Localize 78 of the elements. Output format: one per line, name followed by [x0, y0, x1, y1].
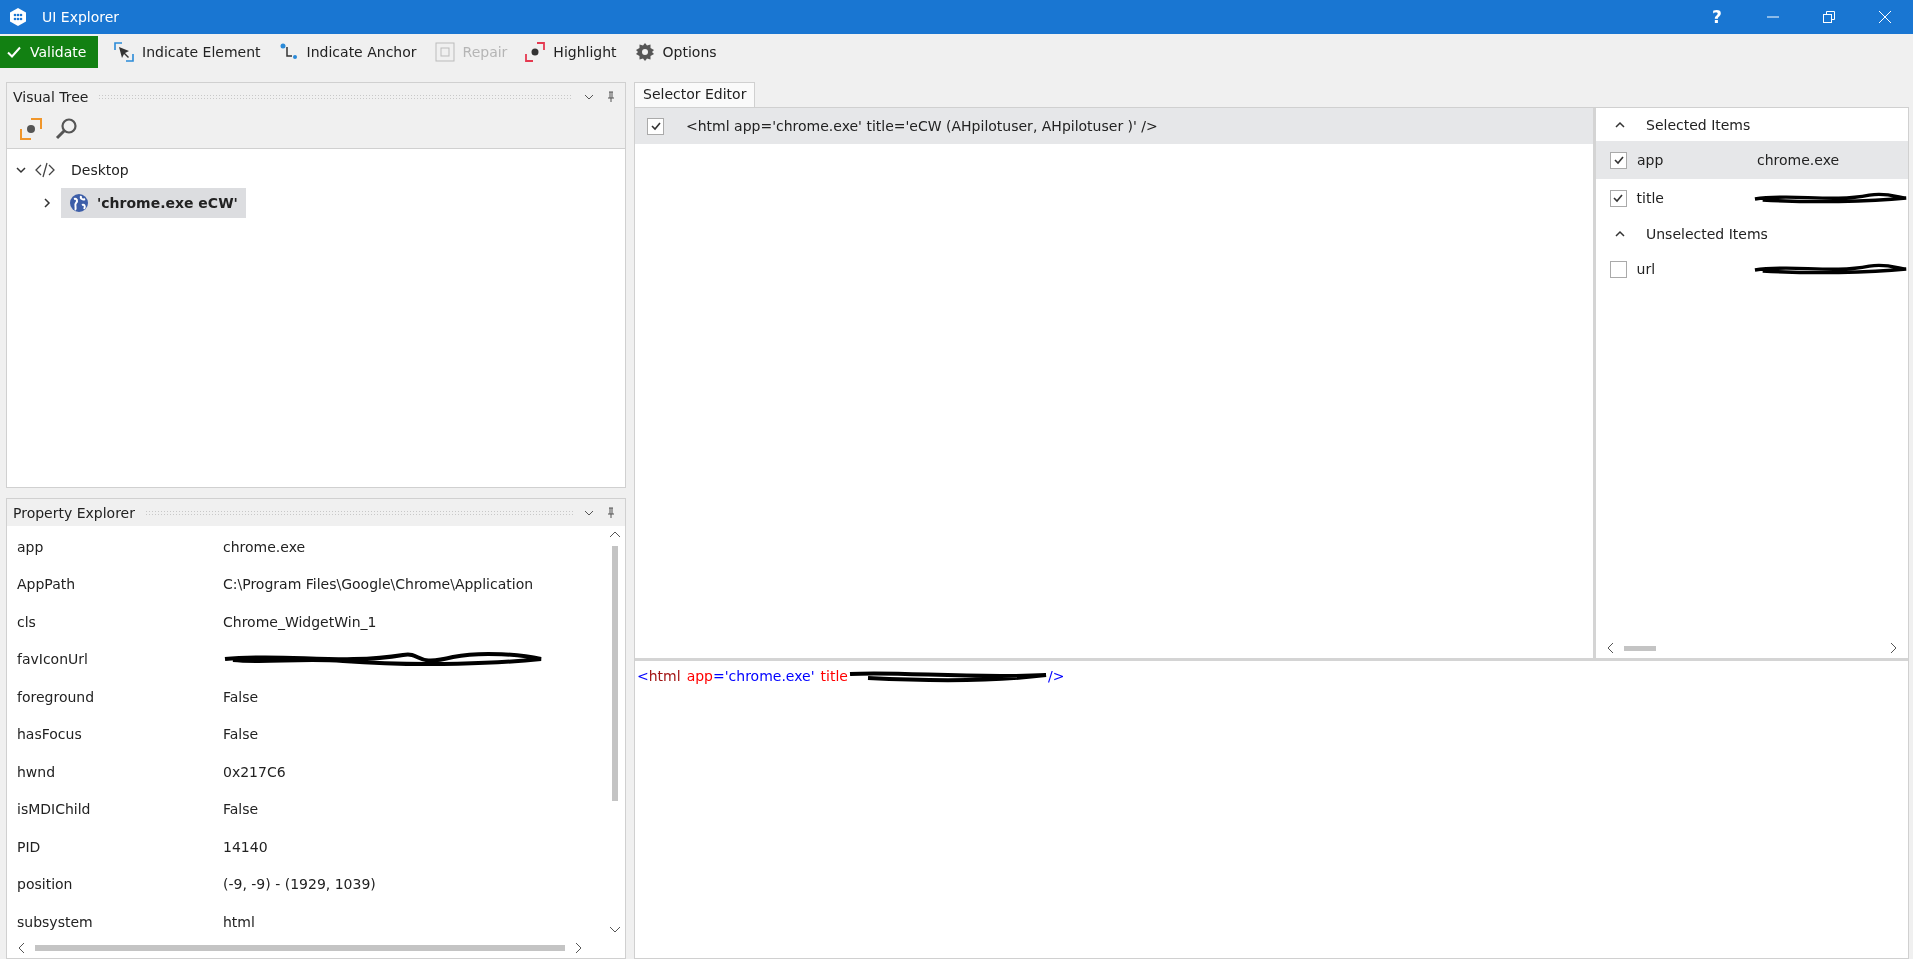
property-name: foreground [17, 688, 96, 705]
property-name: isMDIChild [17, 801, 92, 818]
property-value: C:\Program Files\Google\Chrome\Application [223, 576, 534, 593]
property-name: favIconUrl [17, 651, 89, 668]
checkmark-icon [1612, 154, 1625, 166]
pin-icon[interactable] [605, 506, 617, 519]
property-value: 14140 [223, 838, 268, 855]
property-name: hasFocus [17, 726, 83, 743]
tree-item[interactable]: Desktop [63, 155, 137, 185]
attribute-row[interactable]: url [1596, 250, 1908, 288]
anchor-dots-icon [278, 42, 299, 62]
restore-icon [1822, 10, 1836, 24]
checkmark-icon [6, 44, 22, 60]
attribute-row[interactable]: title [1596, 179, 1908, 217]
checkbox[interactable] [1610, 189, 1627, 207]
property-name: subsystem [17, 913, 94, 930]
pin-icon[interactable] [605, 90, 617, 103]
help-button[interactable]: ? [1689, 0, 1745, 34]
property-name: position [17, 876, 74, 893]
checkbox[interactable] [647, 117, 664, 135]
property-value: html [223, 913, 255, 930]
property-value: False [223, 688, 259, 705]
toolbar-button[interactable]: Indicate Anchor [274, 36, 421, 68]
cursor-icon [114, 42, 134, 62]
selector-text: <html app='chrome.exe' title='eCW (AHpilotuser, AHpilotuser )' /> [686, 118, 1158, 134]
property-name: PID [17, 838, 42, 855]
chevron-left-icon[interactable] [1606, 642, 1616, 654]
target-icon [525, 42, 546, 62]
attribute-name: title [1636, 190, 1665, 206]
attribute-row[interactable]: app chrome.exe [1596, 141, 1908, 179]
property-value: False [223, 801, 259, 818]
code-token: 'chrome.exe' [724, 668, 815, 684]
target-icon[interactable] [19, 117, 43, 141]
group-title: Selected Items [1646, 116, 1751, 133]
app-logo-icon [8, 7, 28, 27]
settings-icon [634, 42, 655, 62]
toolbar-button[interactable]: Options [630, 36, 721, 68]
code-icon [35, 162, 55, 178]
attribute-name: url [1636, 261, 1657, 277]
chevron-icon[interactable] [15, 164, 27, 176]
property-value: Chrome_WidgetWin_1 [223, 613, 377, 630]
globe-icon [69, 193, 89, 213]
group-title: Unselected Items [1646, 225, 1768, 242]
search-icon[interactable] [55, 117, 79, 141]
code-token: app [686, 668, 713, 684]
toolbar-button[interactable]: Indicate Element [110, 36, 265, 68]
checkmark-icon [649, 120, 662, 132]
toolbar-button[interactable]: Highlight [521, 36, 621, 68]
code-token: title [820, 668, 848, 684]
close-icon [1878, 10, 1892, 24]
panel-title: Property Explorer [13, 504, 135, 521]
property-name: cls [17, 613, 37, 630]
property-name: hwnd [17, 763, 57, 780]
window-title: UI Explorer [42, 9, 120, 25]
attribute-value: chrome.exe [1757, 152, 1840, 168]
property-value: False [223, 726, 259, 743]
code-token: < [637, 668, 649, 684]
property-value: chrome.exe [223, 538, 306, 555]
checkbox[interactable] [1610, 151, 1627, 169]
checkmark-icon [1612, 192, 1625, 204]
property-name: AppPath [17, 576, 77, 593]
attribute-name: app [1637, 152, 1665, 168]
chevron-left-icon[interactable] [17, 942, 27, 954]
property-value: 0x217C6 [223, 763, 286, 780]
code-token: html [648, 668, 681, 684]
code-token: = [713, 668, 725, 684]
tab[interactable]: Selector Editor [634, 82, 756, 107]
panel-title: Visual Tree [13, 88, 89, 105]
chevron-icon[interactable] [41, 197, 53, 209]
square-icon [434, 42, 455, 62]
tree-item[interactable]: 'chrome.exe eCW' [61, 188, 246, 218]
checkbox[interactable] [1610, 260, 1627, 278]
chevron-right-icon[interactable] [1888, 642, 1898, 654]
property-name: app [17, 538, 45, 555]
chevron-right-icon[interactable] [573, 942, 583, 954]
property-value: (-9, -9) - (1929, 1039) [223, 876, 376, 893]
code-token: /> [1047, 668, 1065, 684]
validate-button[interactable]: Validate [0, 36, 98, 68]
